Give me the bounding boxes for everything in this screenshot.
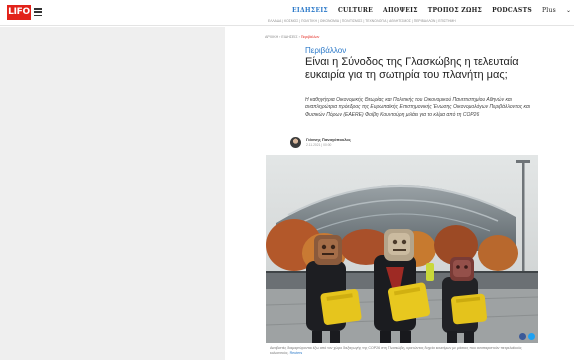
caption-text: Ακτιβιστές διαμαρτύρονται έξω από τον χώ… bbox=[270, 346, 522, 355]
author-avatar[interactable] bbox=[290, 137, 301, 148]
article-lead: Η καθηγήτρια Οικονομικής Θεωρίας και Πολ… bbox=[305, 97, 530, 118]
nav-item-plus[interactable]: Plus ⌄ bbox=[541, 7, 574, 14]
twitter-icon[interactable] bbox=[528, 333, 535, 340]
lifo-logo[interactable]: LIFO bbox=[7, 5, 31, 20]
protest-photo-illustration bbox=[266, 155, 538, 343]
nav-item-culture[interactable]: CULTURE bbox=[338, 7, 373, 14]
nav-item-news[interactable]: ΕΙΔΗΣΕΙΣ bbox=[292, 7, 328, 14]
breadcrumb: ΑΡΧΙΚΗ › ΕΙΔΗΣΕΙΣ › Περιβάλλον bbox=[265, 35, 320, 39]
chevron-down-icon: ⌄ bbox=[566, 7, 572, 14]
sub-nav[interactable]: ΕΛΛΑΔΑ | ΚΟΣΜΟΣ | ΠΟΛΙΤΙΚΗ | ΟΙΚΟΝΟΜΙΑ |… bbox=[268, 19, 568, 23]
left-sidebar-ad bbox=[0, 27, 225, 360]
breadcrumb-current[interactable]: Περιβάλλον bbox=[301, 35, 320, 39]
article-category[interactable]: Περιβάλλον bbox=[305, 46, 346, 55]
caption-credit[interactable]: Reuters bbox=[290, 351, 303, 355]
article-date: 2.11.2021 | 00:00 bbox=[306, 143, 332, 147]
nav-item-podcasts[interactable]: PODCASTS bbox=[492, 7, 532, 14]
facebook-icon[interactable] bbox=[519, 333, 526, 340]
author-name[interactable]: Γιάννης Παναγόπουλος bbox=[306, 137, 351, 142]
nav-item-opinions[interactable]: ΑΠΟΨΕΙΣ bbox=[383, 7, 418, 14]
main-nav: ΕΙΔΗΣΕΙΣ CULTURE ΑΠΟΨΕΙΣ ΤΡΟΠΟΣ ΖΩΗΣ POD… bbox=[292, 7, 574, 14]
plus-label: Plus bbox=[541, 7, 557, 14]
article-title: Είναι η Σύνοδος της Γλασκώβης η τελευταί… bbox=[305, 56, 519, 81]
article-photo[interactable] bbox=[266, 155, 538, 343]
nav-item-lifestyle[interactable]: ΤΡΟΠΟΣ ΖΩΗΣ bbox=[428, 7, 482, 14]
breadcrumb-section[interactable]: ΕΙΔΗΣΕΙΣ bbox=[281, 35, 297, 39]
photo-caption: Ακτιβιστές διαμαρτύρονται έξω από τον χώ… bbox=[270, 346, 536, 356]
breadcrumb-home[interactable]: ΑΡΧΙΚΗ bbox=[265, 35, 278, 39]
hamburger-icon[interactable] bbox=[34, 8, 42, 17]
